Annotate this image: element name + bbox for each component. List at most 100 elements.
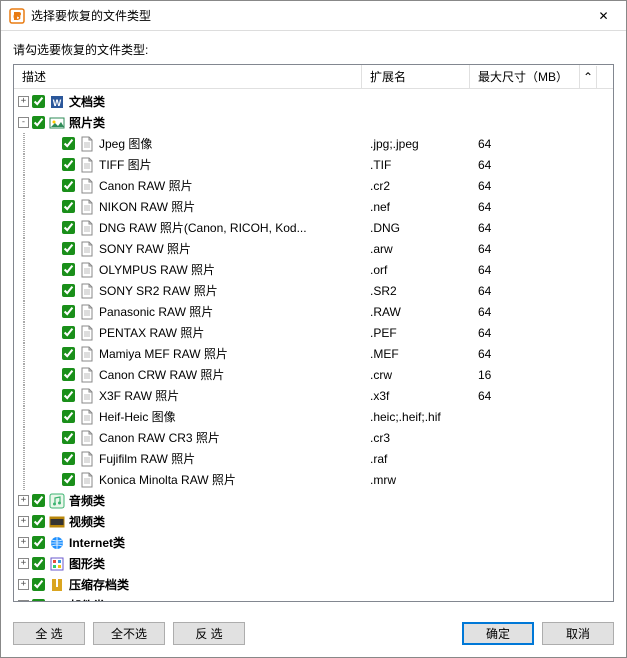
invert-selection-button[interactable]: 反 选 [173, 622, 245, 645]
tree-category-row[interactable]: + 邮件类 [14, 595, 613, 601]
column-ext[interactable]: 扩展名 [362, 64, 470, 89]
cell-desc: X3F RAW 照片 [18, 385, 366, 406]
cell-desc: Konica Minolta RAW 照片 [18, 469, 366, 490]
tree-line [18, 427, 32, 448]
cell-desc: + 邮件类 [18, 597, 366, 601]
cell-size: 64 [474, 305, 584, 319]
filetype-checkbox[interactable] [62, 158, 75, 171]
column-desc[interactable]: 描述 [14, 64, 362, 89]
cancel-button[interactable]: 取消 [542, 622, 614, 645]
tree-item-row[interactable]: Canon CRW RAW 照片.crw16 [14, 364, 613, 385]
filetype-checkbox[interactable] [32, 95, 45, 108]
expand-icon[interactable]: + [18, 516, 29, 527]
filetype-checkbox[interactable] [62, 473, 75, 486]
filetype-checkbox[interactable] [62, 263, 75, 276]
tree-category-row[interactable]: +图形类 [14, 553, 613, 574]
tree-item-row[interactable]: Canon RAW CR3 照片.cr3 [14, 427, 613, 448]
cell-desc: PENTAX RAW 照片 [18, 322, 366, 343]
row-label: Panasonic RAW 照片 [99, 303, 213, 320]
expand-icon[interactable]: + [18, 537, 29, 548]
row-label: SONY SR2 RAW 照片 [99, 282, 218, 299]
filetype-checkbox[interactable] [62, 368, 75, 381]
cell-desc: Canon RAW 照片 [18, 175, 366, 196]
cell-size: 64 [474, 158, 584, 172]
filetype-checkbox[interactable] [32, 557, 45, 570]
filetype-tree-panel: 描述 扩展名 最大尺寸（MB） ⌃ +W文档类-照片类Jpeg 图像.jpg;.… [13, 64, 614, 602]
filetype-checkbox[interactable] [32, 494, 45, 507]
expand-icon[interactable]: + [18, 558, 29, 569]
tree-item-row[interactable]: Mamiya MEF RAW 照片.MEF64 [14, 343, 613, 364]
filetype-checkbox[interactable] [62, 410, 75, 423]
filetype-checkbox[interactable] [32, 515, 45, 528]
tree-category-row[interactable]: +压缩存档类 [14, 574, 613, 595]
select-all-button[interactable]: 全 选 [13, 622, 85, 645]
tree-category-row[interactable]: +Internet类 [14, 532, 613, 553]
tree-line [18, 175, 32, 196]
tree-category-row[interactable]: +音频类 [14, 490, 613, 511]
expand-icon[interactable]: + [18, 600, 29, 601]
filetype-checkbox[interactable] [62, 389, 75, 402]
tree-category-row[interactable]: +W文档类 [14, 91, 613, 112]
cell-ext: .SR2 [366, 284, 474, 298]
filetype-checkbox[interactable] [62, 431, 75, 444]
tree-item-row[interactable]: OLYMPUS RAW 照片.orf64 [14, 259, 613, 280]
tree-item-row[interactable]: DNG RAW 照片(Canon, RICOH, Kod....DNG64 [14, 217, 613, 238]
filetype-checkbox[interactable] [62, 347, 75, 360]
tree-item-row[interactable]: Jpeg 图像.jpg;.jpeg64 [14, 133, 613, 154]
filetype-checkbox[interactable] [62, 137, 75, 150]
collapse-icon[interactable]: - [18, 117, 29, 128]
tree-item-row[interactable]: SONY RAW 照片.arw64 [14, 238, 613, 259]
cell-ext: .TIF [366, 158, 474, 172]
expand-icon[interactable]: + [18, 579, 29, 590]
select-none-button[interactable]: 全不选 [93, 622, 165, 645]
column-scroll-hint: ⌃ [580, 66, 597, 88]
filetype-checkbox[interactable] [32, 599, 45, 601]
tree-item-row[interactable]: SONY SR2 RAW 照片 .SR264 [14, 280, 613, 301]
filetype-checkbox[interactable] [62, 326, 75, 339]
mail-icon [49, 598, 65, 602]
row-label: Heif-Heic 图像 [99, 408, 176, 425]
cell-desc: SONY RAW 照片 [18, 238, 366, 259]
zip-icon [49, 577, 65, 593]
tree-item-row[interactable]: Canon RAW 照片.cr264 [14, 175, 613, 196]
filetype-checkbox[interactable] [62, 242, 75, 255]
web-icon [49, 535, 65, 551]
tree-category-row[interactable]: + 视频类 [14, 511, 613, 532]
row-label: 邮件类 [69, 597, 105, 601]
cell-desc: +音频类 [18, 492, 366, 509]
filetype-checkbox[interactable] [62, 221, 75, 234]
window-title: 选择要恢复的文件类型 [31, 7, 581, 24]
row-label: 视频类 [69, 513, 105, 530]
column-size[interactable]: 最大尺寸（MB） [470, 64, 580, 89]
filetype-checkbox[interactable] [32, 116, 45, 129]
expand-icon[interactable]: + [18, 96, 29, 107]
file-icon [79, 472, 95, 488]
expand-icon[interactable]: + [18, 495, 29, 506]
row-label: DNG RAW 照片(Canon, RICOH, Kod... [99, 219, 307, 236]
file-icon [79, 346, 95, 362]
filetype-checkbox[interactable] [62, 200, 75, 213]
cell-size: 64 [474, 284, 584, 298]
ok-button[interactable]: 确定 [462, 622, 534, 645]
tree-item-row[interactable]: Fujifilm RAW 照片.raf [14, 448, 613, 469]
tree-line [18, 448, 32, 469]
tree-item-row[interactable]: Panasonic RAW 照片.RAW64 [14, 301, 613, 322]
instruction-text: 请勾选要恢复的文件类型: [13, 41, 614, 58]
tree-body[interactable]: +W文档类-照片类Jpeg 图像.jpg;.jpeg64TIFF 图片.TIF6… [14, 89, 613, 601]
tree-item-row[interactable]: TIFF 图片.TIF64 [14, 154, 613, 175]
tree-item-row[interactable]: Konica Minolta RAW 照片.mrw [14, 469, 613, 490]
tree-item-row[interactable]: NIKON RAW 照片.nef64 [14, 196, 613, 217]
filetype-checkbox[interactable] [62, 452, 75, 465]
filetype-checkbox[interactable] [62, 179, 75, 192]
file-icon [79, 157, 95, 173]
filetype-checkbox[interactable] [62, 284, 75, 297]
tree-category-row[interactable]: -照片类 [14, 112, 613, 133]
tree-item-row[interactable]: PENTAX RAW 照片.PEF64 [14, 322, 613, 343]
close-button[interactable]: ✕ [581, 1, 626, 31]
tree-line [18, 196, 32, 217]
tree-item-row[interactable]: X3F RAW 照片.x3f64 [14, 385, 613, 406]
filetype-checkbox[interactable] [32, 578, 45, 591]
filetype-checkbox[interactable] [32, 536, 45, 549]
filetype-checkbox[interactable] [62, 305, 75, 318]
tree-item-row[interactable]: Heif-Heic 图像.heic;.heif;.hif [14, 406, 613, 427]
